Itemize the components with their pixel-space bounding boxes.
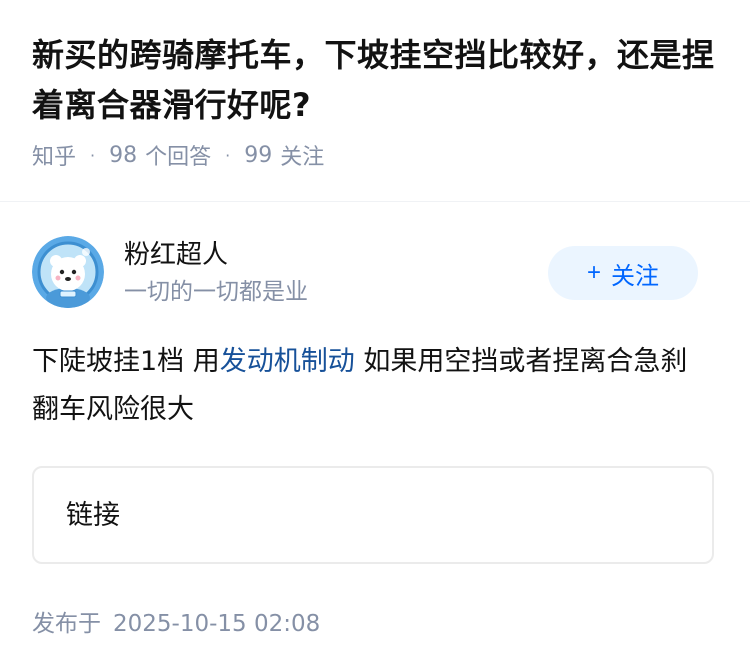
question-meta: 知乎 · 98 个回答 · 99 关注 bbox=[32, 139, 722, 171]
meta-separator: · bbox=[90, 145, 96, 165]
answers-label[interactable]: 个回答 bbox=[145, 139, 211, 171]
follow-button[interactable]: + 关注 bbox=[548, 246, 698, 300]
publish-date: 2025-10-15 02:08 bbox=[113, 611, 321, 637]
answer-content: 下陡坡挂1档 用发动机制动 如果用空挡或者捏离合急刹 翻车风险很大 bbox=[32, 338, 712, 434]
answer-inline-link[interactable]: 发动机制动 bbox=[220, 346, 355, 377]
link-card-label: 链接 bbox=[66, 500, 120, 531]
source-label[interactable]: 知乎 bbox=[32, 139, 76, 171]
publish-label: 发布于 bbox=[32, 611, 101, 637]
followers-count: 99 bbox=[244, 142, 273, 168]
publish-info: 发布于 2025-10-15 02:08 bbox=[32, 604, 320, 638]
avatar-image bbox=[32, 236, 104, 308]
author-name[interactable]: 粉红超人 bbox=[124, 238, 228, 272]
link-card[interactable]: 链接 bbox=[32, 466, 714, 564]
answers-count: 98 bbox=[109, 142, 138, 168]
question-header: 新买的跨骑摩托车，下坡挂空挡比较好，还是捏着离合器滑行好呢? 知乎 · 98 个… bbox=[32, 30, 722, 170]
question-title[interactable]: 新买的跨骑摩托车，下坡挂空挡比较好，还是捏着离合器滑行好呢? bbox=[32, 30, 722, 130]
meta-separator: · bbox=[225, 145, 231, 165]
follow-button-label: 关注 bbox=[611, 262, 659, 290]
author-bio: 一切的一切都是业 bbox=[124, 279, 308, 305]
section-divider bbox=[0, 201, 750, 202]
author-card: 粉红超人 一切的一切都是业 + 关注 bbox=[32, 236, 698, 308]
answer-text: 下陡坡挂1档 用 bbox=[32, 346, 220, 377]
followers-label: 关注 bbox=[280, 145, 325, 170]
avatar[interactable] bbox=[32, 236, 104, 308]
plus-icon: + bbox=[586, 259, 601, 286]
